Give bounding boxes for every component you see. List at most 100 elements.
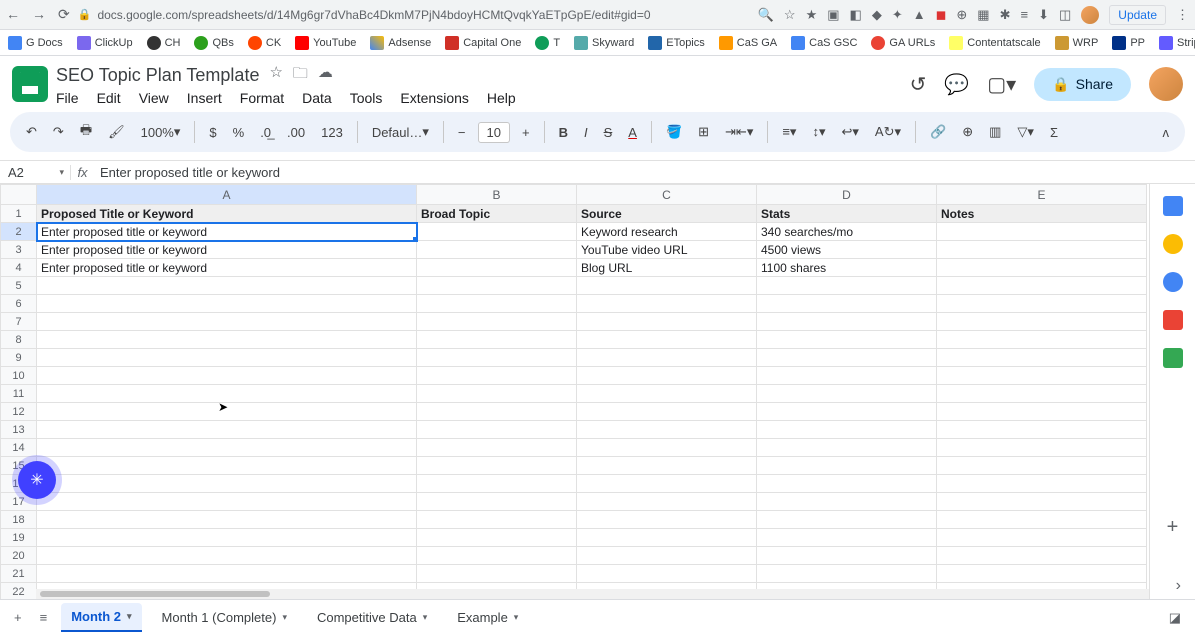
- cell[interactable]: [577, 367, 757, 385]
- cell[interactable]: [937, 223, 1147, 241]
- cell[interactable]: [577, 529, 757, 547]
- functions-button[interactable]: Σ: [1046, 121, 1062, 144]
- bookmark-item[interactable]: GA URLs: [871, 36, 935, 50]
- keep-icon[interactable]: [1163, 234, 1183, 254]
- bookmark-star-icon[interactable]: ★: [806, 7, 818, 23]
- font-size-input[interactable]: 10: [478, 122, 510, 143]
- column-header[interactable]: B: [417, 185, 577, 205]
- chevron-down-icon[interactable]: ▾: [514, 612, 519, 623]
- cell[interactable]: [577, 277, 757, 295]
- cell[interactable]: [757, 529, 937, 547]
- cell[interactable]: Keyword research: [577, 223, 757, 241]
- cell[interactable]: [757, 421, 937, 439]
- cell[interactable]: [37, 457, 417, 475]
- cell[interactable]: [577, 565, 757, 583]
- bold-button[interactable]: B: [555, 121, 572, 144]
- cell[interactable]: [417, 547, 577, 565]
- cell[interactable]: [577, 349, 757, 367]
- wrap-button[interactable]: ↩▾: [838, 120, 863, 144]
- cell[interactable]: [37, 277, 417, 295]
- cell[interactable]: [37, 421, 417, 439]
- row-header[interactable]: 11: [1, 385, 37, 403]
- cell[interactable]: [37, 529, 417, 547]
- cell[interactable]: [937, 547, 1147, 565]
- filter-button[interactable]: ▽▾: [1013, 120, 1038, 144]
- menu-extensions[interactable]: Extensions: [400, 90, 468, 106]
- chevron-down-icon[interactable]: ▾: [127, 611, 132, 622]
- row-header[interactable]: 5: [1, 277, 37, 295]
- cell[interactable]: [37, 565, 417, 583]
- cell[interactable]: Enter proposed title or keyword: [37, 259, 417, 277]
- cell[interactable]: [37, 367, 417, 385]
- menu-edit[interactable]: Edit: [97, 90, 121, 106]
- spreadsheet-grid[interactable]: ABCDE1Proposed Title or KeywordBroad Top…: [0, 184, 1149, 599]
- cell[interactable]: [417, 493, 577, 511]
- cell[interactable]: [757, 367, 937, 385]
- cell[interactable]: [417, 511, 577, 529]
- cell[interactable]: [417, 349, 577, 367]
- cell[interactable]: [757, 493, 937, 511]
- bookmark-item[interactable]: ClickUp: [77, 36, 133, 50]
- cell[interactable]: [417, 331, 577, 349]
- menu-view[interactable]: View: [139, 90, 169, 106]
- zoom-icon[interactable]: 🔍: [758, 7, 774, 23]
- bookmark-item[interactable]: PP: [1112, 36, 1145, 50]
- sheet-tab[interactable]: Month 1 (Complete)▾: [152, 604, 297, 631]
- cell[interactable]: [577, 295, 757, 313]
- bookmark-item[interactable]: G Docs: [8, 36, 63, 50]
- percent-button[interactable]: %: [229, 121, 249, 144]
- cell[interactable]: [937, 493, 1147, 511]
- h-align-button[interactable]: ≡▾: [778, 120, 800, 144]
- header-cell[interactable]: Broad Topic: [417, 205, 577, 223]
- cell[interactable]: [577, 313, 757, 331]
- row-header[interactable]: 1: [1, 205, 37, 223]
- ext6-icon[interactable]: ⊕: [956, 7, 967, 23]
- contacts-icon[interactable]: [1163, 310, 1183, 330]
- menu-file[interactable]: File: [56, 90, 79, 106]
- print-button[interactable]: 🖶: [76, 117, 96, 147]
- cell[interactable]: [937, 277, 1147, 295]
- maps-icon[interactable]: [1163, 348, 1183, 368]
- cell[interactable]: [937, 565, 1147, 583]
- cell[interactable]: [577, 475, 757, 493]
- bookmark-item[interactable]: T: [535, 36, 560, 50]
- ext5-icon[interactable]: ◼: [936, 7, 947, 23]
- row-header[interactable]: 21: [1, 565, 37, 583]
- cell[interactable]: [37, 493, 417, 511]
- reading-icon[interactable]: ≡: [1021, 7, 1029, 22]
- font-select[interactable]: Defaul… ▾: [368, 120, 433, 144]
- cell[interactable]: [417, 241, 577, 259]
- cell[interactable]: YouTube video URL: [577, 241, 757, 259]
- cell[interactable]: [577, 511, 757, 529]
- column-header[interactable]: C: [577, 185, 757, 205]
- cell[interactable]: [937, 295, 1147, 313]
- bookmark-item[interactable]: Capital One: [445, 36, 521, 50]
- row-header[interactable]: 6: [1, 295, 37, 313]
- cell[interactable]: [37, 313, 417, 331]
- cell[interactable]: [417, 259, 577, 277]
- cell[interactable]: [757, 565, 937, 583]
- text-color-button[interactable]: A: [624, 121, 641, 144]
- cell[interactable]: [937, 259, 1147, 277]
- cell[interactable]: [577, 421, 757, 439]
- italic-button[interactable]: I: [580, 121, 592, 144]
- cell[interactable]: [937, 241, 1147, 259]
- sheet-tab-active[interactable]: Month 2▾: [61, 603, 141, 632]
- chevron-down-icon[interactable]: ▾: [282, 612, 287, 623]
- horizontal-scrollbar[interactable]: [36, 589, 1149, 599]
- loom-fab-button[interactable]: ✳: [18, 461, 56, 499]
- row-header[interactable]: 3: [1, 241, 37, 259]
- row-header[interactable]: 2: [1, 223, 37, 241]
- increase-font-button[interactable]: +: [518, 121, 534, 144]
- row-header[interactable]: 19: [1, 529, 37, 547]
- cell[interactable]: [577, 331, 757, 349]
- header-cell[interactable]: Proposed Title or Keyword: [37, 205, 417, 223]
- menu-format[interactable]: Format: [240, 90, 284, 106]
- menu-tools[interactable]: Tools: [350, 90, 383, 106]
- row-header[interactable]: 9: [1, 349, 37, 367]
- share-button[interactable]: 🔒 Share: [1034, 68, 1131, 101]
- add-addon-icon[interactable]: +: [1167, 516, 1179, 539]
- ext3-icon[interactable]: ✦: [892, 7, 903, 23]
- v-align-button[interactable]: ↕▾: [808, 120, 829, 144]
- decrease-font-button[interactable]: −: [454, 121, 470, 144]
